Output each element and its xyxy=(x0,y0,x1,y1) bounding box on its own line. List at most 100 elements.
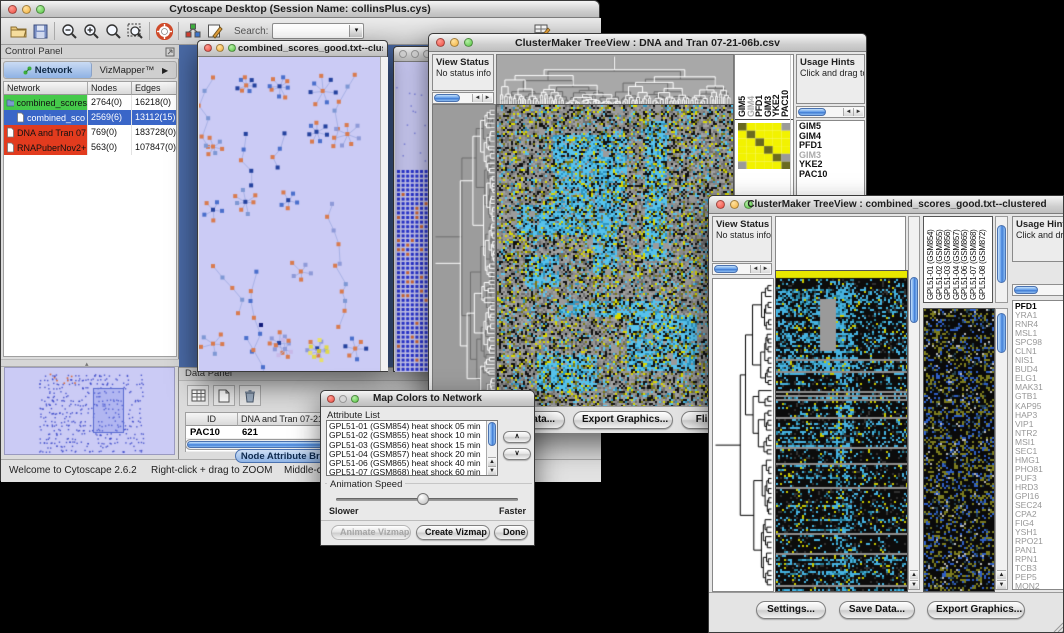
column-dendrogram-canvas[interactable] xyxy=(496,54,734,106)
scrollbar-thumb[interactable] xyxy=(798,108,826,116)
scroll-right-icon[interactable]: ► xyxy=(482,94,492,102)
tab-network[interactable]: Network xyxy=(4,62,92,78)
annotation-icon[interactable] xyxy=(204,21,226,42)
scrollbar-thumb[interactable] xyxy=(910,277,918,323)
export-graphics-button[interactable]: Export Graphics... xyxy=(573,411,673,429)
column-header-id[interactable]: ID xyxy=(186,413,238,426)
column-header-nodes[interactable]: Nodes xyxy=(88,82,132,95)
network-overview-panel[interactable] xyxy=(4,367,175,455)
resize-grip-icon[interactable] xyxy=(1052,621,1064,633)
scrollbar-thumb[interactable] xyxy=(997,313,1006,353)
search-dropdown-icon[interactable]: ▾ xyxy=(349,25,362,37)
network-table-row[interactable]: combined_scores2764(0)16218(0) xyxy=(4,95,176,110)
column-labels-vscrollbar[interactable] xyxy=(995,216,1008,303)
close-icon[interactable] xyxy=(716,200,725,209)
column-header-network[interactable]: Network xyxy=(4,82,88,95)
network-name-cell[interactable]: DNA and Tran 07 xyxy=(4,125,88,140)
attribute-list-item[interactable]: GPL51-07 (GSM868) heat shock 60 min xyxy=(327,468,497,476)
zoom-fit-icon[interactable] xyxy=(124,21,146,42)
minimize-icon[interactable] xyxy=(411,50,419,58)
scrollbar-thumb[interactable] xyxy=(1014,286,1038,294)
column-label[interactable]: PAC10 xyxy=(780,90,790,117)
open-session-icon[interactable] xyxy=(7,21,29,42)
help-lifering-icon[interactable] xyxy=(153,21,175,42)
network-name-cell[interactable]: combined_sco xyxy=(4,110,88,125)
heatmap-canvas[interactable] xyxy=(775,270,908,592)
network-vscrollbar[interactable] xyxy=(380,57,388,371)
column-label[interactable]: GPL51-03 (GSM856) xyxy=(943,230,952,301)
scroll-right-icon[interactable]: ► xyxy=(760,265,770,273)
row-label[interactable]: MON2 xyxy=(1013,582,1064,590)
select-attributes-icon[interactable] xyxy=(187,385,209,406)
minimize-icon[interactable] xyxy=(216,44,224,52)
zoom-in-icon[interactable] xyxy=(80,21,102,42)
attribute-list[interactable]: GPL51-01 (GSM854) heat shock 05 minGPL51… xyxy=(326,420,498,476)
close-icon[interactable] xyxy=(204,44,212,52)
new-attribute-icon[interactable] xyxy=(213,385,235,406)
tab-vizmapper[interactable]: VizMapper™ xyxy=(92,65,162,76)
scroll-up-icon[interactable]: ▲ xyxy=(488,457,496,466)
float-panel-icon[interactable] xyxy=(165,47,175,57)
scroll-right-icon[interactable]: ► xyxy=(853,108,863,116)
secondary-heatmap-canvas[interactable] xyxy=(923,308,995,592)
search-input[interactable]: ▾ xyxy=(272,23,364,39)
dendrogram-hscrollbar[interactable]: ◄► xyxy=(432,92,494,104)
network-window-titlebar[interactable]: combined_scores_good.txt--cluste... xyxy=(198,41,387,57)
scrollbar-thumb[interactable] xyxy=(488,422,496,446)
scroll-down-icon[interactable]: ▼ xyxy=(910,580,918,589)
zoom-selected-icon[interactable] xyxy=(102,21,124,42)
row-label[interactable]: PAC10 xyxy=(797,170,864,180)
delete-attribute-icon[interactable] xyxy=(239,385,261,406)
scroll-up-icon[interactable]: ▲ xyxy=(997,570,1006,579)
scroll-left-icon[interactable]: ◄ xyxy=(750,265,760,273)
maximize-icon[interactable] xyxy=(228,44,236,52)
network-overview-canvas[interactable] xyxy=(5,368,174,454)
done-button[interactable]: Done xyxy=(494,525,528,540)
column-dendrogram-area[interactable] xyxy=(775,216,906,270)
vizmapper-icon[interactable] xyxy=(182,21,204,42)
row-dendrogram-canvas[interactable] xyxy=(712,278,774,592)
export-graphics-button[interactable]: Export Graphics... xyxy=(927,601,1025,619)
move-down-button[interactable]: ∨ xyxy=(503,448,531,460)
scrollbar-thumb[interactable] xyxy=(714,265,738,273)
column-label[interactable]: GPL51-01 (GSM854) xyxy=(926,230,935,301)
column-header-edges[interactable]: Edges xyxy=(132,82,176,95)
settings-button[interactable]: Settings... xyxy=(756,601,826,619)
scroll-left-icon[interactable]: ◄ xyxy=(843,108,853,116)
create-vizmap-button[interactable]: Create Vizmap xyxy=(416,525,490,540)
scroll-down-icon[interactable]: ▼ xyxy=(488,466,496,475)
column-label[interactable]: GPL51-08 (GSM872) xyxy=(978,230,987,301)
desktop-titlebar[interactable]: Cytoscape Desktop (Session Name: collins… xyxy=(1,1,599,18)
zoom-heatmap-canvas[interactable] xyxy=(738,123,790,169)
overview-splitter[interactable]: ▴ xyxy=(1,359,179,367)
zoom-out-icon[interactable] xyxy=(58,21,80,42)
treeview1-titlebar[interactable]: ClusterMaker TreeView : DNA and Tran 07-… xyxy=(429,34,866,52)
scroll-down-icon[interactable]: ▼ xyxy=(997,580,1006,589)
network-canvas[interactable] xyxy=(199,57,380,371)
save-session-icon[interactable] xyxy=(29,21,51,42)
heatmap-vscrollbar[interactable]: ▲ ▼ xyxy=(908,216,920,590)
labels-hscrollbar[interactable]: ◄► xyxy=(796,106,865,118)
secondary-vscrollbar[interactable]: ▲ ▼ xyxy=(995,308,1008,590)
scroll-left-icon[interactable]: ◄ xyxy=(472,94,482,102)
treeview2-titlebar[interactable]: ClusterMaker TreeView : combined_scores_… xyxy=(709,196,1063,214)
save-data-button[interactable]: Save Data... xyxy=(839,601,915,619)
network-name-cell[interactable]: combined_scores xyxy=(4,95,88,110)
dialog-titlebar[interactable]: Map Colors to Network xyxy=(321,391,534,407)
network-table-row[interactable]: combined_sco2569(6)13112(15) xyxy=(4,110,176,125)
network-name-cell[interactable]: RNAPuberNov2+ xyxy=(4,140,88,155)
column-label[interactable]: GPL51-07 (GSM868) xyxy=(969,230,978,301)
dendrogram-hscrollbar[interactable]: ◄► xyxy=(712,263,772,275)
scroll-up-icon[interactable]: ▲ xyxy=(910,570,918,579)
scrollbar-thumb[interactable] xyxy=(997,225,1006,283)
row-dendrogram-canvas[interactable] xyxy=(432,104,496,408)
close-icon[interactable] xyxy=(399,50,407,58)
slider-thumb[interactable] xyxy=(417,493,429,505)
tab-overflow-arrow-icon[interactable]: ▶ xyxy=(162,66,176,75)
scrollbar-thumb[interactable] xyxy=(434,94,460,102)
network-table-row[interactable]: RNAPuberNov2+563(0)107847(0) xyxy=(4,140,176,155)
network-table-row[interactable]: DNA and Tran 07769(0)183728(0) xyxy=(4,125,176,140)
heatmap-canvas[interactable] xyxy=(496,104,734,408)
labels-hscrollbar[interactable] xyxy=(1012,284,1064,296)
attribute-list-vscrollbar[interactable]: ▲ ▼ xyxy=(486,421,497,475)
